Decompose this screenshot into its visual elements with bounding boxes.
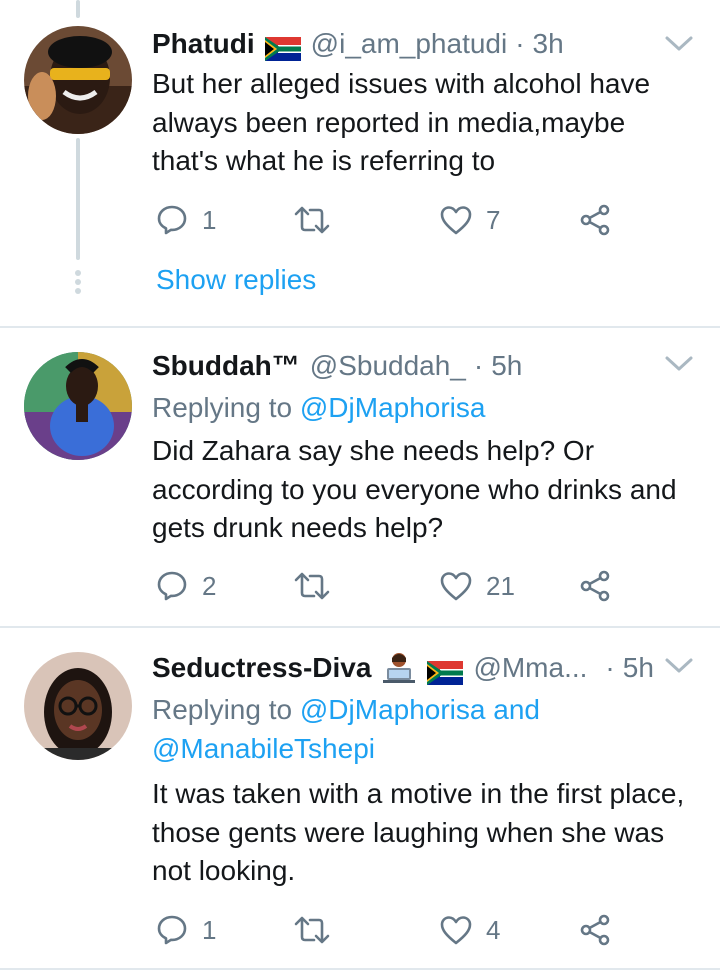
tweet-actions: 1 4 [152, 908, 622, 952]
separator: · [515, 28, 525, 59]
timestamp[interactable]: 3h [533, 24, 564, 64]
timestamp[interactable]: 5h [623, 648, 654, 688]
timestamp[interactable]: 5h [491, 346, 522, 386]
replying-to: Replying to @DjMaphorisa and @ManabileTs… [152, 690, 660, 768]
share-icon [580, 914, 610, 946]
share-button[interactable] [580, 198, 612, 242]
reply-icon [157, 205, 187, 235]
separator: · [473, 350, 484, 381]
thread-line-top [76, 0, 80, 18]
heart-icon [440, 916, 472, 945]
replying-to-label: Replying to [152, 694, 300, 725]
like-count: 4 [486, 914, 501, 945]
chevron-down-icon[interactable] [664, 34, 694, 54]
woman-technologist-icon [381, 652, 417, 684]
display-name[interactable]: Seductress-Diva [152, 648, 371, 688]
like-button[interactable]: 21 [440, 564, 515, 608]
reply-button[interactable]: 2 [156, 564, 216, 608]
like-count: 21 [486, 570, 515, 601]
retweet-icon [294, 572, 330, 600]
replying-to: Replying to @DjMaphorisa [152, 388, 660, 427]
south-africa-flag-icon [427, 656, 464, 685]
handle[interactable]: @Mma... [473, 648, 587, 688]
tweet-header: Sbuddah™ @Sbuddah_ · 5h [152, 346, 630, 386]
tweet-actions: 1 7 [152, 198, 622, 242]
reply-button[interactable]: 1 [156, 908, 216, 952]
thread-dot [75, 288, 81, 294]
mention-link[interactable]: @DjMaphorisa [300, 392, 486, 423]
south-africa-flag-icon [264, 32, 301, 61]
share-button[interactable] [580, 564, 612, 608]
replying-to-label: Replying to [152, 392, 300, 423]
chevron-down-icon[interactable] [664, 656, 694, 676]
chevron-down-icon[interactable] [664, 354, 694, 374]
tweet-header: Seductress-Diva @Mma... · 5h [152, 648, 654, 688]
show-replies-link[interactable]: Show replies [156, 264, 316, 296]
tweet-phatudi[interactable]: Phatudi @i_am_phatudi · 3h But her alleg… [0, 0, 720, 326]
mention-link[interactable]: @DjMaphorisa and [300, 694, 540, 725]
reply-button[interactable]: 1 [156, 198, 216, 242]
thread-dot [75, 279, 81, 285]
reply-count: 1 [202, 204, 217, 235]
thread-line [76, 138, 80, 260]
heart-icon [440, 206, 472, 235]
handle[interactable]: @Sbuddah_ [310, 346, 466, 386]
share-icon [580, 570, 610, 602]
display-name[interactable]: Sbuddah™ [152, 346, 300, 386]
reply-icon [157, 915, 187, 945]
tweet-actions: 2 21 [152, 564, 622, 608]
share-icon [580, 204, 610, 236]
avatar[interactable] [24, 26, 132, 134]
tweet-text: But her alleged issues with alcohol have… [152, 68, 651, 176]
separator: · [605, 652, 615, 683]
mention-link[interactable]: @ManabileTshepi [152, 733, 375, 764]
reply-count: 2 [202, 570, 217, 601]
retweet-button[interactable] [294, 564, 344, 608]
retweet-icon [294, 916, 330, 944]
divider [0, 968, 720, 970]
tweet-text: Did Zahara say she needs help? Or accord… [152, 435, 677, 543]
avatar[interactable] [24, 352, 132, 460]
share-button[interactable] [580, 908, 612, 952]
handle[interactable]: @i_am_phatudi [311, 24, 508, 64]
like-count: 7 [486, 204, 501, 235]
retweet-button[interactable] [294, 198, 344, 242]
reply-count: 1 [202, 914, 217, 945]
retweet-icon [294, 206, 330, 234]
tweet-header: Phatudi @i_am_phatudi · 3h [152, 24, 630, 64]
avatar[interactable] [24, 652, 132, 760]
reply-icon [157, 571, 187, 601]
display-name[interactable]: Phatudi [152, 24, 255, 64]
tweet-text: It was taken with a motive in the first … [152, 778, 685, 886]
reply-feed: Phatudi @i_am_phatudi · 3h But her alleg… [0, 0, 720, 972]
thread-dot [75, 270, 81, 276]
like-button[interactable]: 7 [440, 198, 500, 242]
like-button[interactable]: 4 [440, 908, 500, 952]
heart-icon [440, 572, 472, 601]
tweet-seductress-diva[interactable]: Seductress-Diva @Mma... · 5h Replying to… [0, 628, 720, 972]
tweet-sbuddah[interactable]: Sbuddah™ @Sbuddah_ · 5h Replying to @DjM… [0, 328, 720, 626]
retweet-button[interactable] [294, 908, 344, 952]
